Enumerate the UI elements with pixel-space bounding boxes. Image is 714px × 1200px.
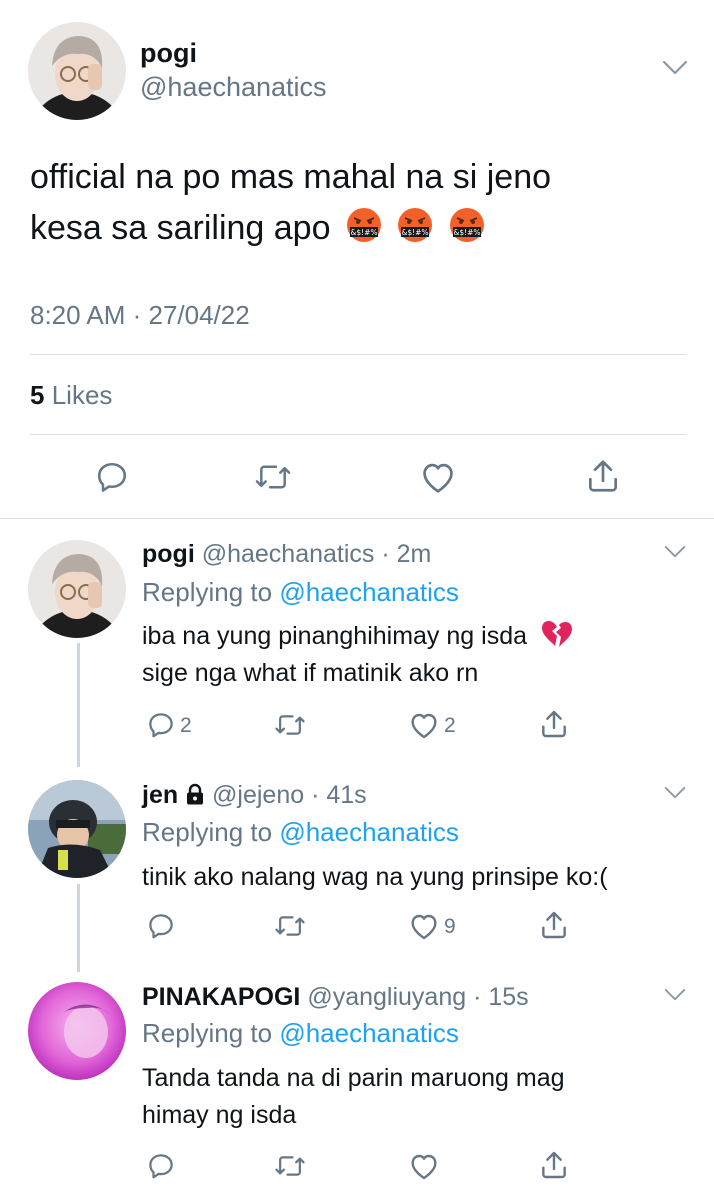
retweet-icon[interactable] [274, 911, 306, 941]
reply-avatar[interactable] [28, 780, 126, 878]
cursing-face-emoji: &$!#% [346, 208, 381, 242]
reply-text-line-1-text: iba na yung pinanghihimay ng isda [142, 622, 527, 650]
reply-icon[interactable] [146, 710, 176, 740]
like-heart-icon[interactable] [408, 911, 440, 941]
thread-line [77, 884, 80, 972]
reply-icon[interactable] [94, 459, 130, 495]
like-count: 9 [444, 915, 456, 938]
reply-header: jen @jejeno · 41s [142, 781, 367, 810]
reply-header: pogi @haechanatics · 2m [142, 540, 431, 569]
reply-text: Tanda tanda na di parin maruong mag hima… [142, 1060, 565, 1134]
lock-icon [187, 783, 204, 805]
like-count: 2 [444, 714, 456, 737]
replying-to-label: Replying to [142, 1018, 273, 1048]
replying-to: Replying to @haechanatics [142, 577, 459, 608]
reply-text-line-2: himay ng isda [142, 1101, 297, 1129]
chevron-down-icon[interactable] [664, 988, 686, 1002]
reply-header: PINAKAPOGI @yangliuyang · 15s [142, 983, 529, 1012]
like-heart-icon[interactable] [408, 1151, 440, 1181]
author-avatar[interactable] [28, 22, 126, 120]
reply-author-handle[interactable]: @haechanatics [202, 540, 375, 568]
chevron-down-icon[interactable] [664, 545, 686, 559]
divider [30, 354, 686, 355]
tweet-timestamp[interactable]: 8:20 AM · 27/04/22 [30, 300, 250, 331]
dot-separator: · [466, 983, 489, 1011]
reply-count: 2 [180, 714, 192, 737]
retweet-icon[interactable] [274, 1151, 306, 1181]
reply-text: iba na yung pinanghihimay ng isda sige n… [142, 618, 572, 692]
chevron-down-icon[interactable] [664, 786, 686, 800]
replying-to-handle[interactable]: @haechanatics [279, 817, 459, 847]
reply-author-name[interactable]: PINAKAPOGI [142, 983, 300, 1011]
reply-text: tinik ako nalang wag na yung prinsipe ko… [142, 859, 608, 896]
replying-to-handle[interactable]: @haechanatics [279, 577, 459, 607]
replying-to: Replying to @haechanatics [142, 1018, 459, 1049]
reply-author-name[interactable]: jen [142, 781, 178, 809]
tweet-text-line-2: kesa sa sariling apo &$!#% &$!#% &$!#% [30, 203, 690, 254]
emoji-symbols: &$!#% [402, 228, 429, 237]
reply-time[interactable]: 2m [397, 540, 432, 568]
like-heart-icon[interactable] [419, 459, 457, 495]
section-divider [0, 518, 714, 519]
replying-to-label: Replying to [142, 817, 273, 847]
replying-to-label: Replying to [142, 577, 273, 607]
reply-author-handle[interactable]: @jejeno [212, 781, 304, 809]
thread-line [77, 643, 80, 767]
divider [30, 434, 686, 435]
broken-heart-emoji [541, 620, 572, 647]
reply-time[interactable]: 41s [326, 781, 366, 809]
retweet-icon[interactable] [254, 459, 292, 495]
reply-icon[interactable] [146, 1151, 176, 1181]
tweet-text-line-2-text: kesa sa sariling apo [30, 209, 331, 247]
tweet-text: official na po mas mahal na si jeno kesa… [30, 152, 690, 254]
reply-avatar[interactable] [28, 982, 126, 1080]
author-handle[interactable]: @haechanatics [140, 72, 327, 103]
reply-text-line-1: iba na yung pinanghihimay ng isda [142, 618, 572, 655]
dot-separator: · [374, 540, 397, 568]
dot-separator: · [304, 781, 327, 809]
share-icon[interactable] [584, 457, 622, 495]
reply-text-line-1: tinik ako nalang wag na yung prinsipe ko… [142, 863, 608, 891]
likes-summary[interactable]: 5 Likes [30, 380, 112, 411]
reply-icon[interactable] [146, 911, 176, 941]
reply-avatar[interactable] [28, 540, 126, 638]
reply-author-handle[interactable]: @yangliuyang [307, 983, 466, 1011]
chevron-down-icon[interactable] [662, 60, 688, 76]
likes-label: Likes [51, 380, 113, 410]
replying-to-handle[interactable]: @haechanatics [279, 1018, 459, 1048]
share-icon[interactable] [538, 909, 570, 941]
reply-text-line-2: sige nga what if matinik ako rn [142, 659, 479, 687]
reply-author-name[interactable]: pogi [142, 540, 195, 568]
tweet-text-line: official na po mas mahal na si jeno [30, 158, 552, 196]
reply-time[interactable]: 15s [488, 983, 528, 1011]
emoji-symbols: &$!#% [453, 228, 480, 237]
retweet-icon[interactable] [274, 710, 306, 740]
emoji-symbols: &$!#% [350, 228, 377, 237]
likes-count: 5 [30, 380, 45, 410]
author-name[interactable]: pogi [140, 38, 197, 69]
like-heart-icon[interactable] [408, 710, 440, 740]
share-icon[interactable] [538, 1149, 570, 1181]
cursing-face-emoji: &$!#% [398, 208, 433, 242]
cursing-face-emoji: &$!#% [449, 208, 484, 242]
share-icon[interactable] [538, 708, 570, 740]
replying-to: Replying to @haechanatics [142, 817, 459, 848]
reply-text-line-1: Tanda tanda na di parin maruong mag [142, 1064, 565, 1092]
